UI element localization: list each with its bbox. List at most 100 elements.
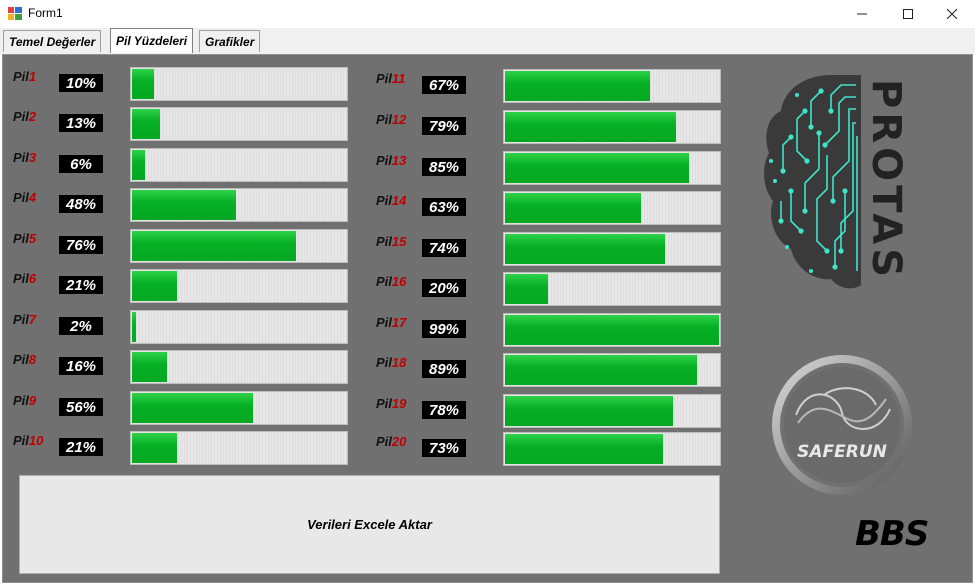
battery-row: Pil8 16% — [13, 350, 348, 384]
battery-label: Pil19 — [376, 396, 406, 411]
battery-label-prefix: Pil — [376, 315, 392, 330]
export-excel-button[interactable]: Verileri Excele Aktar — [19, 475, 720, 574]
battery-percent: 21% — [59, 276, 103, 294]
battery-label-number: 2 — [28, 109, 37, 124]
tab-label: Temel Değerler — [9, 34, 96, 49]
bbs-logo: BBS — [855, 514, 929, 554]
battery-row: Pil5 76% — [13, 229, 348, 263]
battery-row: Pil17 99% — [376, 313, 721, 347]
battery-label-number: 3 — [28, 150, 37, 165]
battery-percent: 78% — [422, 401, 466, 419]
battery-label-number: 19 — [391, 396, 407, 411]
battery-progress-fill — [505, 112, 676, 142]
export-button-label: Verileri Excele Aktar — [307, 517, 432, 532]
battery-label-number: 6 — [28, 271, 37, 286]
minimize-icon — [857, 13, 867, 15]
battery-label: Pil10 — [13, 433, 43, 448]
battery-progress-bar — [503, 432, 721, 466]
battery-percent: 16% — [59, 357, 103, 375]
close-button[interactable] — [929, 0, 975, 28]
saferun-logo: SAFERUN — [772, 355, 912, 495]
battery-label-number: 12 — [391, 112, 407, 127]
battery-label-prefix: Pil — [376, 396, 392, 411]
battery-progress-bar — [130, 148, 348, 182]
battery-progress-bar — [130, 310, 348, 344]
battery-label: Pil6 — [13, 271, 36, 286]
battery-row: Pil11 67% — [376, 69, 721, 103]
battery-progress-bar — [130, 67, 348, 101]
battery-label-prefix: Pil — [13, 69, 29, 84]
battery-label: Pil12 — [376, 112, 406, 127]
battery-label-prefix: Pil — [13, 150, 29, 165]
battery-label-prefix: Pil — [13, 271, 29, 286]
battery-label-number: 1 — [28, 69, 37, 84]
protas-logo: PROTAS — [764, 75, 909, 289]
tab-grafikler[interactable]: Grafikler — [199, 30, 261, 52]
battery-progress-bar — [503, 313, 721, 347]
battery-progress-fill — [132, 271, 177, 301]
battery-progress-fill — [132, 109, 160, 139]
battery-label-prefix: Pil — [376, 71, 392, 86]
title-bar: Form1 — [0, 0, 975, 28]
battery-progress-bar — [503, 69, 721, 103]
battery-progress-bar — [130, 229, 348, 263]
battery-progress-bar — [503, 232, 721, 266]
battery-label-prefix: Pil — [13, 231, 29, 246]
battery-label-number: 16 — [391, 274, 407, 289]
battery-progress-bar — [130, 188, 348, 222]
battery-label-prefix: Pil — [376, 234, 392, 249]
battery-progress-fill — [505, 396, 673, 426]
battery-label: Pil2 — [13, 109, 36, 124]
battery-row: Pil1 10% — [13, 67, 348, 101]
battery-label-prefix: Pil — [13, 393, 29, 408]
battery-percent: 99% — [422, 320, 466, 338]
tab-pil-yuzdeleri[interactable]: Pil Yüzdeleri — [110, 28, 194, 53]
battery-progress-bar — [503, 151, 721, 185]
window-title: Form1 — [28, 6, 63, 20]
battery-percent: 48% — [59, 195, 103, 213]
battery-progress-fill — [505, 315, 719, 345]
battery-label: Pil9 — [13, 393, 36, 408]
tab-label: Grafikler — [205, 34, 255, 49]
battery-label: Pil11 — [376, 71, 405, 86]
battery-label-number: 4 — [28, 190, 37, 205]
battery-percent: 76% — [59, 236, 103, 254]
battery-row: Pil20 73% — [376, 432, 721, 466]
battery-label-number: 8 — [28, 352, 37, 367]
battery-label-prefix: Pil — [376, 112, 392, 127]
battery-label-prefix: Pil — [13, 352, 29, 367]
battery-label-number: 13 — [391, 153, 407, 168]
battery-progress-bar — [130, 107, 348, 141]
battery-row: Pil3 6% — [13, 148, 348, 182]
tab-temel-degerler[interactable]: Temel Değerler — [3, 30, 102, 52]
minimize-button[interactable] — [839, 0, 885, 28]
battery-label-prefix: Pil — [376, 193, 392, 208]
battery-label: Pil18 — [376, 355, 406, 370]
battery-progress-fill — [132, 393, 253, 423]
battery-label: Pil3 — [13, 150, 36, 165]
battery-label-number: 18 — [391, 355, 407, 370]
tab-label: Pil Yüzdeleri — [116, 34, 188, 48]
battery-row: Pil10 21% — [13, 431, 348, 465]
battery-row: Pil9 56% — [13, 391, 348, 425]
battery-row: Pil19 78% — [376, 394, 721, 428]
maximize-button[interactable] — [885, 0, 931, 28]
battery-label-number: 11 — [391, 71, 406, 86]
battery-row: Pil6 21% — [13, 269, 348, 303]
battery-label-prefix: Pil — [376, 153, 392, 168]
battery-row: Pil12 79% — [376, 110, 721, 144]
battery-label-prefix: Pil — [13, 433, 29, 448]
battery-progress-fill — [132, 312, 136, 342]
battery-percent: 13% — [59, 114, 103, 132]
battery-label-prefix: Pil — [376, 355, 392, 370]
battery-label: Pil17 — [376, 315, 406, 330]
battery-progress-bar — [130, 431, 348, 465]
saferun-logo-text: SAFERUN — [797, 442, 887, 462]
battery-progress-fill — [505, 274, 548, 304]
battery-label-number: 20 — [391, 434, 407, 449]
battery-row: Pil7 2% — [13, 310, 348, 344]
battery-label: Pil7 — [13, 312, 36, 327]
battery-percent: 85% — [422, 158, 466, 176]
battery-progress-fill — [132, 231, 296, 261]
battery-label-prefix: Pil — [13, 190, 29, 205]
